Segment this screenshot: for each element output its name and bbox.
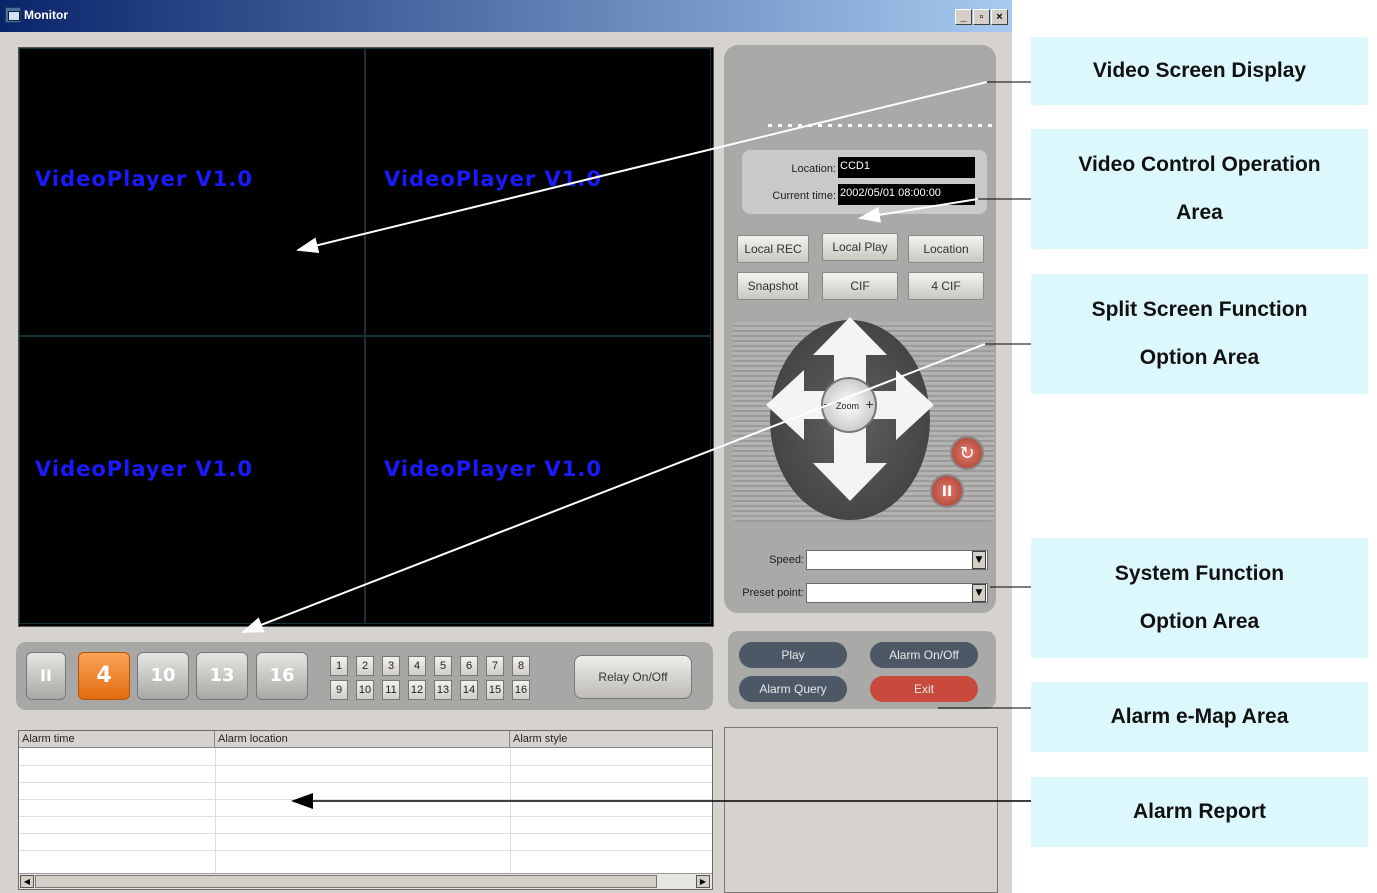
callout-line (858, 198, 979, 223)
callout-lines (241, 81, 1031, 809)
callout-line (241, 343, 986, 633)
callout-line (296, 81, 988, 254)
